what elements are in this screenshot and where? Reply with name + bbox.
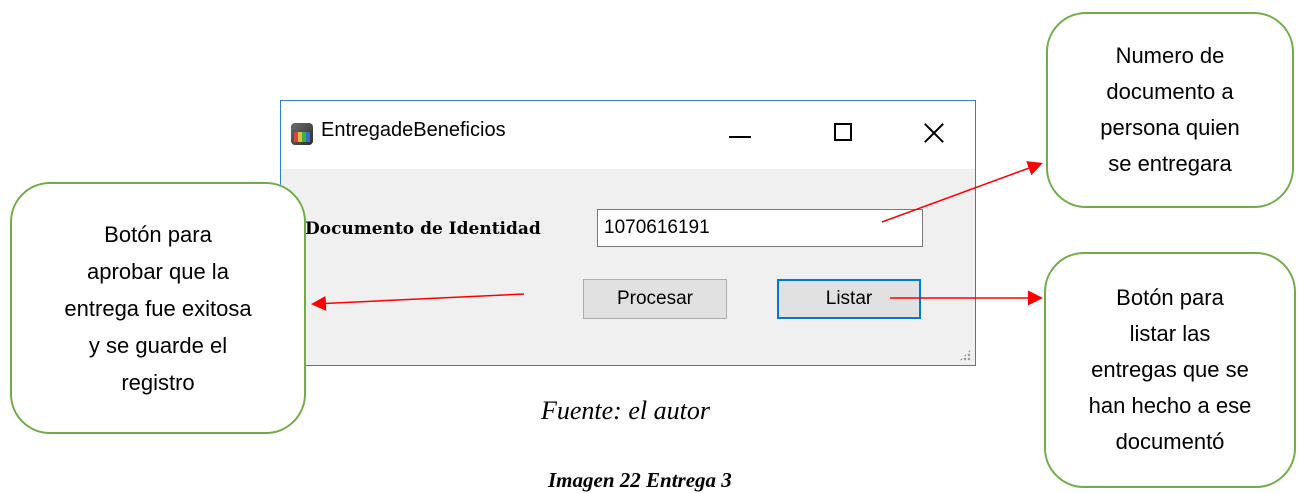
figure-title: Imagen 22 Entrega 3 [548, 468, 732, 492]
title-bar[interactable]: EntregadeBeneficios [281, 101, 975, 169]
window-title: EntregadeBeneficios [321, 119, 506, 141]
document-label: Documento de Identidad [305, 219, 541, 239]
callout-procesar: Botón para aprobar que la entrega fue ex… [10, 182, 306, 434]
close-icon[interactable] [911, 113, 957, 153]
callout-listar: Botón para listar las entregas que se ha… [1044, 252, 1296, 488]
maximize-icon[interactable] [821, 113, 867, 153]
document-input[interactable] [597, 209, 923, 247]
resize-grip-icon[interactable] [959, 349, 971, 361]
figure-caption: Fuente: el autor [541, 396, 710, 425]
app-icon [291, 123, 313, 145]
entrega-beneficios-window: EntregadeBeneficios Documento de Identid… [280, 100, 976, 366]
callout-document: Numero de documento a persona quien se e… [1046, 12, 1294, 208]
procesar-button[interactable]: Procesar [583, 279, 727, 319]
minimize-icon[interactable] [717, 113, 763, 153]
listar-button[interactable]: Listar [777, 279, 921, 319]
